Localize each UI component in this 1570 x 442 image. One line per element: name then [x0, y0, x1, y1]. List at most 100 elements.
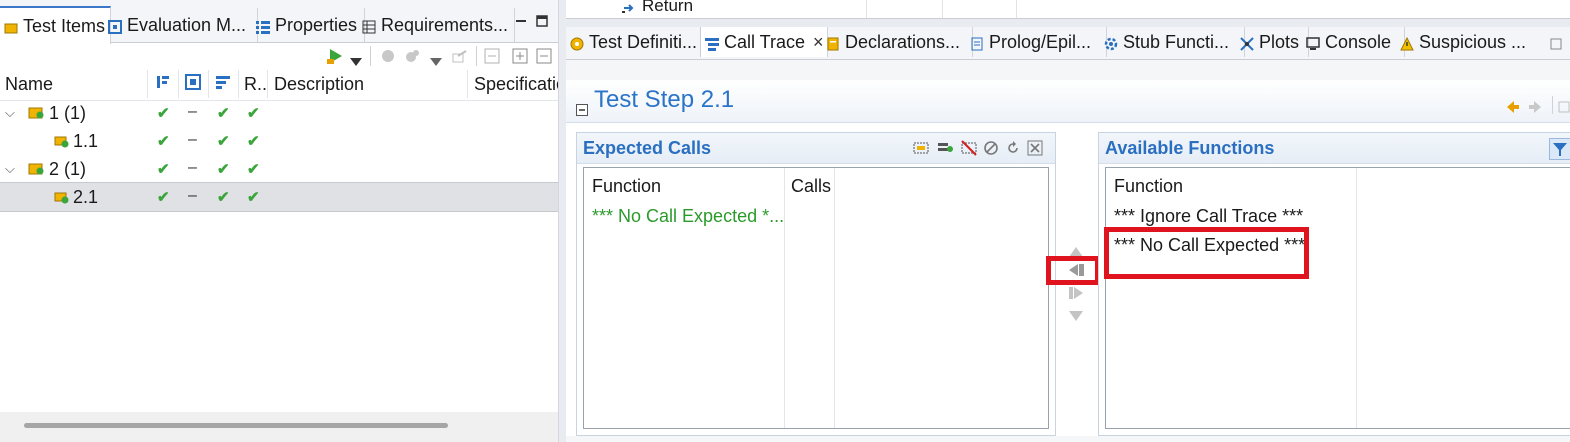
collapse-all-icon[interactable]	[484, 48, 500, 69]
test-step-icon	[54, 192, 69, 204]
minimize-icon[interactable]	[515, 14, 527, 30]
column-label: Name	[5, 73, 54, 94]
call-trace-editor: Return Test Definiti... Call Trace × Dec…	[566, 0, 1570, 442]
evaluation-column-icon	[185, 73, 201, 95]
tab-label: Call Trace	[724, 31, 806, 52]
select-all-icon[interactable]	[913, 140, 929, 161]
tab-prolog-epilog[interactable]: Prolog/Epil...	[966, 27, 1107, 57]
test-step-icon	[54, 136, 69, 148]
column-calls[interactable]: Calls	[791, 176, 831, 197]
highlight-no-call-expected	[1104, 227, 1309, 279]
highlight-add-button	[1046, 256, 1100, 285]
chevron-down-icon[interactable]	[430, 51, 442, 72]
tab-properties[interactable]: Properties	[252, 8, 365, 42]
plots-icon	[1240, 35, 1254, 51]
reset-icon[interactable]	[1005, 140, 1021, 161]
forward-arrow-icon[interactable]	[1528, 98, 1542, 119]
column-label: Description	[274, 73, 365, 94]
check-icon: ✔	[217, 189, 230, 206]
column-evaluation-icon[interactable]	[178, 70, 209, 98]
minimize-icon[interactable]	[1550, 34, 1562, 55]
column-status-icon[interactable]	[148, 70, 179, 98]
filter-icon[interactable]	[1549, 138, 1570, 160]
tree-row[interactable]: ⌵ 1 (1) ✔ – ✔ ✔	[0, 99, 558, 127]
refresh-icon[interactable]	[1558, 98, 1570, 119]
column-coverage-icon[interactable]	[208, 70, 239, 98]
column-label: Specificatio	[474, 73, 558, 94]
dash-mark: –	[188, 131, 197, 148]
toolbar-separator	[370, 46, 371, 66]
collapse-icon[interactable]	[536, 48, 552, 69]
tree-row[interactable]: 1.1 ✔ – ✔ ✔	[0, 127, 558, 155]
collapse-section-icon[interactable]	[576, 100, 588, 121]
column-function[interactable]: Function	[592, 176, 661, 197]
available-function-row[interactable]: *** Ignore Call Trace ***	[1114, 206, 1303, 227]
stub-functions-icon	[1104, 35, 1118, 51]
tab-call-trace[interactable]: Call Trace ×	[700, 27, 828, 57]
column-specification[interactable]: Specificatio	[468, 70, 558, 98]
tab-requirements[interactable]: Requirements...	[358, 8, 515, 42]
tree-row[interactable]: ⌵ 2 (1) ✔ – ✔ ✔	[0, 155, 558, 183]
tab-label: Console	[1325, 31, 1392, 52]
console-icon	[1306, 35, 1320, 50]
expected-calls-table: Function Calls *** No Call Expected *...	[583, 167, 1049, 429]
evaluation-icon	[108, 18, 122, 34]
requirements-icon	[362, 18, 376, 34]
check-icon: ✔	[157, 161, 170, 178]
column-description[interactable]: Description	[268, 70, 468, 98]
tab-evaluation[interactable]: Evaluation M...	[104, 8, 258, 42]
dash-mark: –	[188, 159, 197, 176]
tab-test-items[interactable]: Test Items	[0, 6, 111, 44]
available-functions-panel: Available Functions Function *** Ignore …	[1098, 132, 1570, 436]
check-icon: ✔	[217, 105, 230, 122]
delete-icon[interactable]	[1027, 140, 1043, 161]
section-title: Test Step 2.1	[594, 86, 735, 113]
export-icon	[452, 48, 468, 69]
check-icon: ✔	[157, 189, 170, 206]
tab-label: Plots	[1259, 31, 1300, 52]
disable-icon[interactable]	[983, 140, 999, 161]
tree-row-selected[interactable]: 2.1 ✔ – ✔ ✔	[0, 182, 558, 212]
column-function[interactable]: Function	[1114, 176, 1183, 197]
chevron-down-icon[interactable]: ⌵	[5, 161, 15, 177]
check-icon: ✔	[157, 105, 170, 122]
tab-console[interactable]: Console	[1302, 27, 1405, 57]
status-column-icon	[155, 74, 171, 95]
tree-toolbar	[300, 44, 558, 68]
run-test-icon[interactable]	[327, 47, 345, 70]
maximize-icon[interactable]	[536, 14, 548, 30]
tab-stub-functions[interactable]: Stub Functi...	[1100, 27, 1245, 57]
coverage-column-icon	[215, 74, 231, 95]
horizontal-splitter[interactable]	[566, 19, 1570, 27]
toolbar-separator	[1552, 96, 1553, 114]
column-name[interactable]: Name	[0, 70, 148, 98]
move-down-icon[interactable]	[1068, 306, 1084, 327]
chevron-down-icon[interactable]: ⌵	[5, 105, 15, 121]
check-icon: ✔	[247, 105, 260, 122]
test-package-icon	[28, 107, 44, 119]
tab-label: Test Definiti...	[589, 31, 698, 52]
tab-suspicious[interactable]: Suspicious ...	[1396, 27, 1542, 57]
tab-declarations[interactable]: Declarations...	[822, 27, 973, 57]
available-functions-header: Available Functions	[1099, 133, 1570, 164]
call-trace-icon	[705, 35, 719, 51]
left-tab-bar: Test Items Evaluation M... Properties Re…	[0, 0, 558, 44]
remove-from-expected-icon[interactable]	[1068, 285, 1084, 306]
clear-calls-icon[interactable]	[961, 140, 977, 161]
check-icon: ✔	[247, 161, 260, 178]
tab-label: Prolog/Epil...	[989, 31, 1092, 52]
tab-label: Declarations...	[845, 31, 961, 52]
chevron-down-icon[interactable]	[350, 51, 362, 72]
expand-icon[interactable]	[512, 48, 528, 69]
expected-call-row[interactable]: *** No Call Expected *...	[592, 206, 784, 227]
generate-icon	[380, 48, 396, 69]
editor-gap	[566, 60, 1570, 80]
column-r[interactable]: R..	[238, 70, 268, 98]
dash-mark: –	[188, 103, 197, 120]
tab-label: Requirements...	[381, 14, 509, 35]
back-arrow-icon[interactable]	[1506, 98, 1520, 119]
tab-test-definition[interactable]: Test Definiti...	[566, 27, 705, 57]
tab-plots[interactable]: Plots	[1236, 27, 1309, 57]
horizontal-scrollbar-thumb[interactable]	[24, 423, 448, 428]
edit-calls-icon[interactable]	[937, 140, 953, 161]
